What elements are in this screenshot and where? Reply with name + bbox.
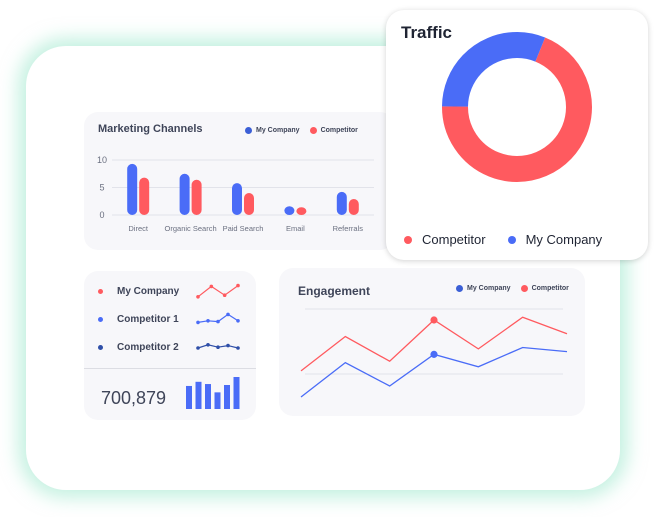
sparkline-point (216, 345, 220, 349)
sparkline (196, 312, 240, 325)
my-company-legend-dot (507, 235, 516, 244)
x-tick-label: Referrals (333, 224, 364, 233)
competitors-divider (84, 368, 256, 369)
y-tick-label: 0 (99, 210, 104, 220)
bar-competitor (139, 177, 150, 215)
sparkline-point (236, 346, 240, 350)
sparkline (196, 343, 240, 350)
marketing-channels-card: Marketing Channels My Company Competitor… (84, 112, 394, 250)
total-visits-value: 700,879 (101, 388, 167, 408)
sparkline-point (206, 319, 210, 323)
competitor-row-label: My Company (117, 286, 180, 297)
y-tick-label: 5 (99, 183, 104, 193)
traffic-donut-chart (442, 31, 592, 182)
sparkline-path (197, 285, 239, 298)
competitor-row-label: Competitor 2 (117, 342, 179, 353)
competitor-row[interactable]: Competitor 1 (84, 310, 256, 330)
engagement-card: Engagement My Company Competitor (279, 268, 585, 416)
sparkline-point (236, 283, 240, 288)
bar-my-company (336, 191, 347, 215)
sparkline (196, 283, 240, 299)
marketing-channels-bar-chart: 10 5 0 Direct Organic Search Paid Search Email… (97, 155, 374, 233)
bar-my-company (232, 183, 242, 215)
traffic-card: Traffic Competitor My Company (386, 10, 648, 260)
legend-label-my-company: My Company (525, 232, 603, 247)
sparkline-point (236, 319, 240, 323)
row-bullet-dot (98, 317, 103, 322)
row-bullet-dot (98, 289, 103, 294)
x-tick-label: Organic Search (165, 224, 217, 233)
row-bullet-dot (98, 345, 103, 350)
bar-competitor (296, 207, 307, 215)
legend-item-my-company[interactable]: My Company (507, 232, 603, 247)
competitor-row-label: Competitor 1 (117, 314, 179, 325)
x-tick-label: Paid Search (223, 224, 264, 233)
sparkline-point (226, 343, 230, 348)
competitor-legend-dot (404, 235, 412, 244)
highlight-point (430, 350, 438, 358)
engagement-line-chart (300, 308, 568, 398)
y-tick-label: 10 (97, 155, 107, 165)
sparkline-point (226, 312, 230, 317)
highlight-point (430, 316, 438, 324)
legend-item-competitor[interactable]: Competitor (404, 232, 486, 247)
mini-bar (224, 385, 230, 409)
legend-label-competitor: Competitor (422, 232, 486, 247)
sparkline-point (196, 346, 200, 350)
mini-bar (233, 377, 240, 409)
mini-bar (195, 381, 202, 409)
competitor-row[interactable]: My Company (84, 282, 256, 302)
mini-bar (186, 385, 192, 409)
bar-my-company (127, 163, 138, 215)
mini-bar (214, 392, 221, 409)
sparkline-point (196, 295, 200, 299)
bar-competitor (348, 199, 359, 215)
bar-my-company (179, 173, 190, 215)
line-competitor (300, 316, 568, 372)
x-tick-label: Email (286, 224, 305, 233)
competitor-row[interactable]: Competitor 2 (84, 338, 256, 358)
sparkline-point (216, 319, 220, 324)
x-tick-label: Direct (128, 224, 149, 233)
sparkline-point (209, 284, 214, 289)
bar-my-company (284, 206, 295, 215)
sparkline-point (196, 320, 200, 325)
bar-competitor (191, 179, 202, 215)
mini-bar (205, 384, 211, 409)
sparkline-point (222, 293, 227, 297)
competitors-card: My Company Competitor 1 Competitor 2 700,8… (84, 271, 256, 420)
bar-competitor (244, 193, 254, 215)
traffic-legend: Competitor My Company (404, 232, 602, 247)
mini-bar-chart (186, 377, 240, 409)
sparkline-point (206, 343, 210, 347)
